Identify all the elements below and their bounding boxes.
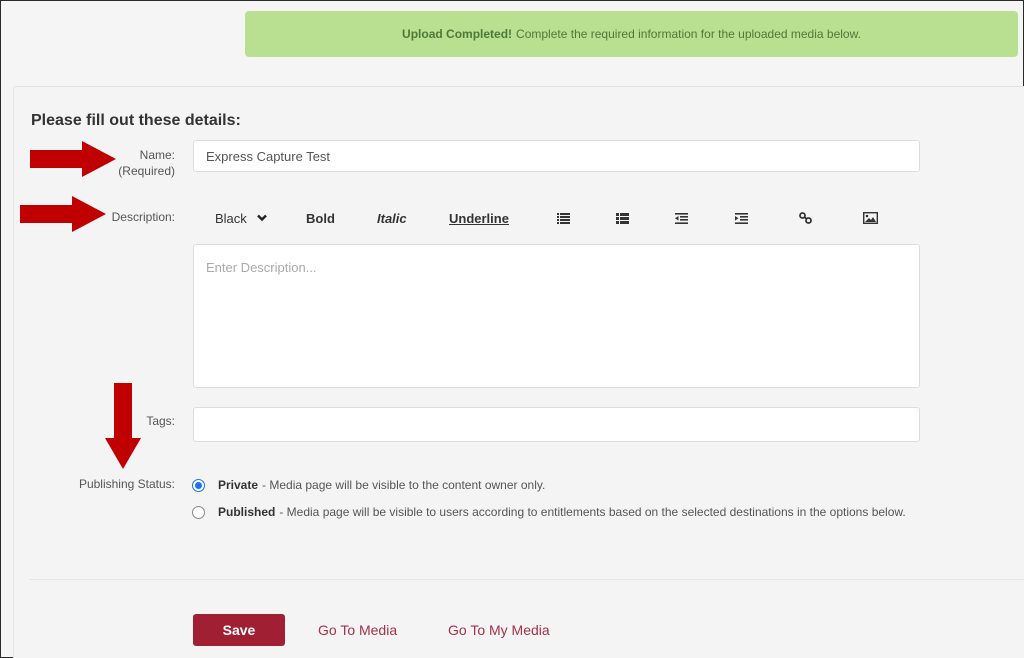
description-textarea[interactable] — [193, 244, 920, 388]
link-button[interactable] — [799, 205, 812, 231]
indent-icon — [735, 212, 748, 224]
private-title: Private — [218, 478, 259, 492]
alert-message: Complete the required information for th… — [516, 27, 861, 41]
name-input[interactable] — [193, 140, 920, 172]
upload-success-alert: Upload Completed! Complete the required … — [245, 11, 1018, 57]
private-radio[interactable] — [192, 478, 205, 492]
published-title: Published — [218, 505, 276, 519]
private-description: - Media page will be visible to the cont… — [262, 478, 546, 492]
published-description: - Media page will be visible to users ac… — [279, 505, 906, 519]
tags-input[interactable] — [193, 407, 920, 442]
form-divider — [29, 579, 1024, 580]
name-label-text: Name: — [139, 148, 175, 162]
chevron-down-icon — [256, 214, 267, 222]
description-toolbar: Black Bold Italic Underline — [193, 205, 893, 231]
alert-strong-text: Upload Completed! — [402, 27, 513, 41]
outdent-icon — [675, 212, 688, 224]
text-color-value: Black — [215, 210, 247, 226]
form-heading: Please fill out these details: — [31, 112, 241, 129]
italic-button[interactable]: Italic — [377, 205, 407, 231]
publishing-status-label: Publishing Status: — [78, 477, 175, 491]
unordered-list-button[interactable] — [616, 205, 629, 231]
outdent-button[interactable] — [675, 205, 688, 231]
save-button[interactable]: Save — [193, 614, 285, 646]
tags-label: Tags: — [146, 414, 175, 428]
name-required-text: (Required) — [118, 164, 175, 178]
go-to-media-link[interactable]: Go To Media — [318, 622, 397, 638]
indent-button[interactable] — [735, 205, 748, 231]
image-icon — [863, 212, 878, 224]
radio-option-private[interactable]: Private - Media page will be visible to … — [192, 478, 545, 492]
ordered-list-button[interactable] — [557, 205, 570, 231]
ordered-list-icon — [557, 212, 570, 224]
name-label: Name: (Required) — [15, 147, 175, 179]
description-label: Description: — [111, 210, 175, 224]
published-radio[interactable] — [192, 505, 205, 519]
unordered-list-icon — [616, 212, 629, 224]
radio-option-published[interactable]: Published - Media page will be visible t… — [192, 505, 906, 519]
link-icon — [799, 212, 812, 224]
text-color-select[interactable]: Black — [215, 205, 267, 231]
go-to-my-media-link[interactable]: Go To My Media — [448, 622, 550, 638]
bold-button[interactable]: Bold — [306, 205, 335, 231]
underline-button[interactable]: Underline — [449, 205, 509, 231]
image-button[interactable] — [863, 205, 878, 231]
